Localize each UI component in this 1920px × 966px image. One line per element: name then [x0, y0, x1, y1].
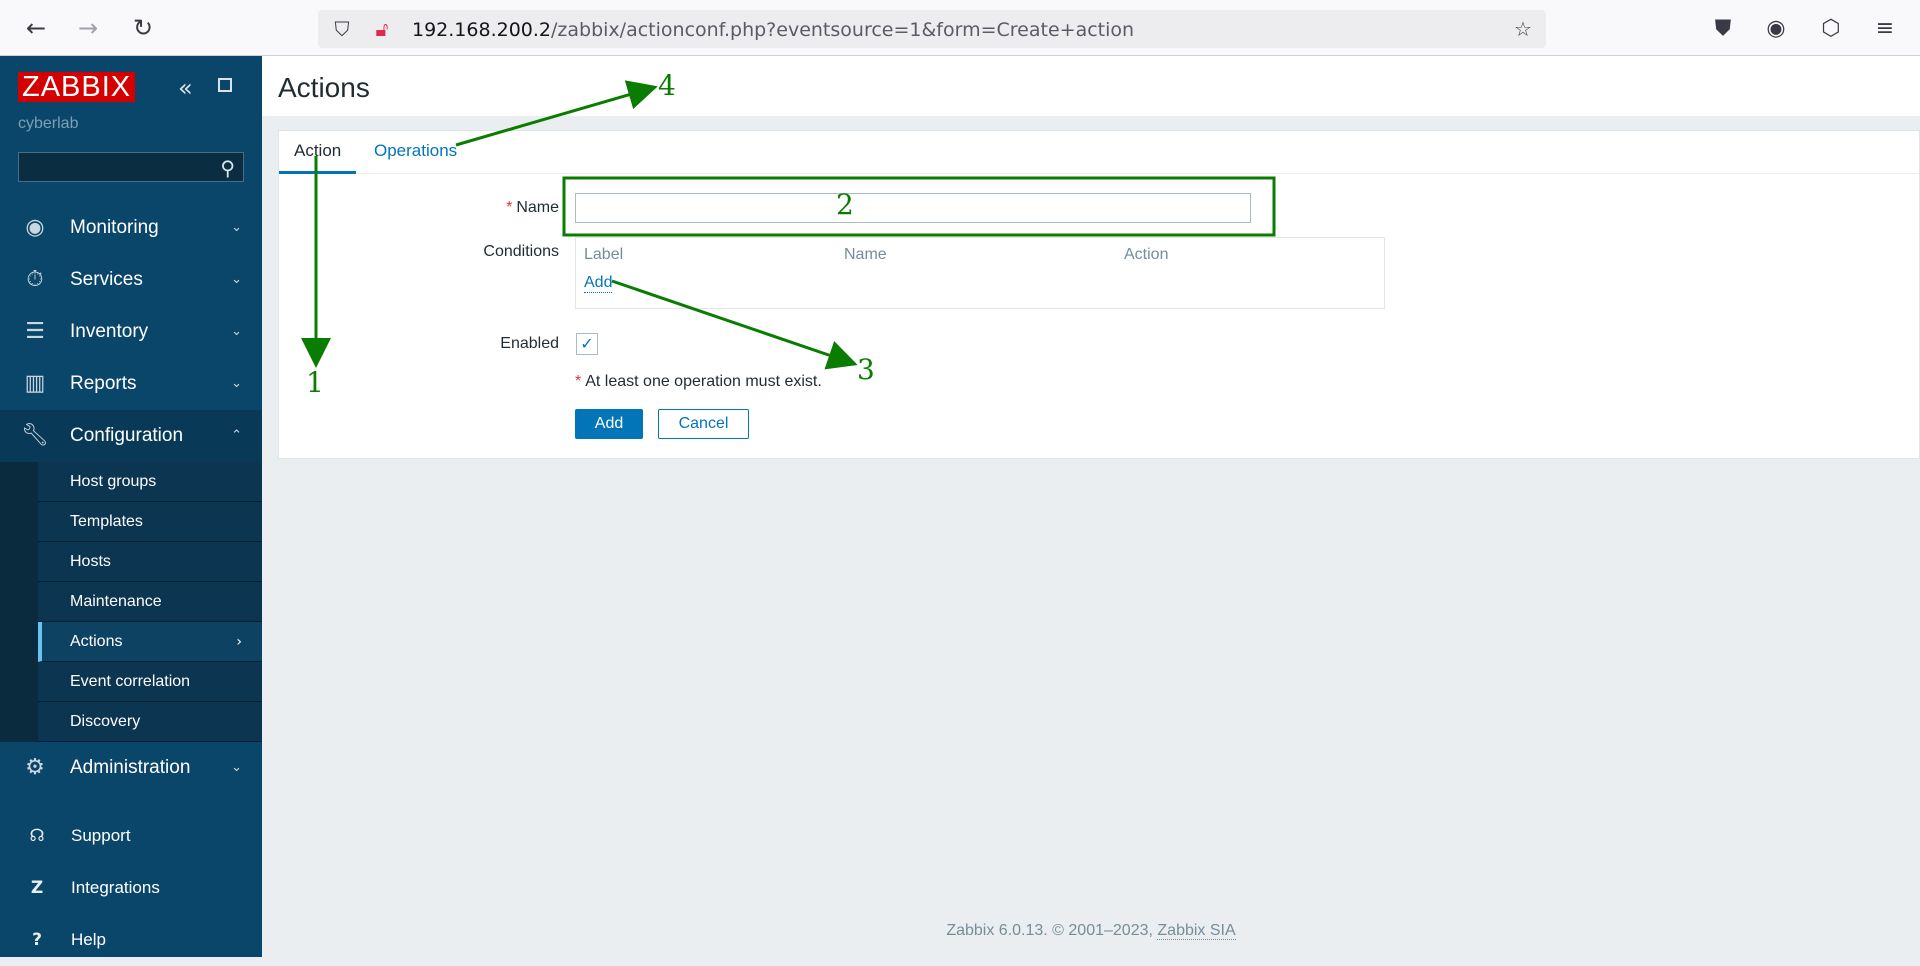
chevron-down-icon: ⌄ — [231, 760, 242, 775]
browser-toolbar: ← → ↻ ⛉ 🔓︎ 192.168.200.2/zabbix/actionco… — [0, 0, 1920, 56]
conditions-header-name: Name — [844, 246, 887, 263]
name-label: * Name — [279, 199, 559, 217]
conditions-label: Conditions — [483, 243, 559, 260]
enabled-checkbox[interactable]: ✓ — [576, 333, 598, 355]
menu-reports[interactable]: ▥ Reports ⌄ — [0, 358, 262, 410]
forward-icon[interactable]: → — [74, 14, 102, 42]
menu-label: Administration — [70, 757, 191, 778]
conditions-header-label: Label — [584, 246, 624, 263]
page-title: Actions — [278, 72, 370, 103]
submenu-discovery[interactable]: Discovery — [38, 702, 262, 742]
chevron-up-icon: ⌃ — [231, 428, 242, 443]
menu-support[interactable]: ☊ Support — [0, 810, 262, 862]
address-bar[interactable]: ⛉ 🔓︎ 192.168.200.2/zabbix/actionconf.php… — [318, 10, 1546, 48]
menu-label: Configuration — [70, 425, 184, 446]
annotation-label-3: 3 — [857, 353, 875, 386]
bar-chart-icon: ▥ — [24, 371, 46, 396]
menu-label: Services — [70, 269, 143, 290]
extensions-icon[interactable]: ⬡ — [1818, 16, 1844, 42]
menu-configuration[interactable]: 🔧︎ Configuration ⌃ — [0, 410, 262, 462]
annotation-label-4: 4 — [658, 69, 676, 102]
wrench-icon: 🔧︎ — [21, 423, 49, 448]
gear-icon: ⚙ — [25, 755, 45, 780]
submenu-host-groups[interactable]: Host groups — [38, 462, 262, 502]
submenu-hosts[interactable]: Hosts — [38, 542, 262, 582]
footer-link[interactable]: Zabbix SIA — [1157, 922, 1236, 940]
menu-services[interactable]: ⏱ Services ⌄ — [0, 254, 262, 306]
tab-operations[interactable]: Operations — [374, 141, 457, 171]
integrations-icon: Z — [30, 878, 44, 898]
footer: Zabbix 6.0.13. © 2001–2023, Zabbix SIA — [262, 922, 1920, 940]
warning-text: At least one operation must exist. — [585, 373, 822, 390]
chevron-right-icon: › — [236, 634, 242, 650]
insecure-lock-icon[interactable]: 🔓︎ — [371, 18, 393, 40]
menu-label: Integrations — [71, 878, 160, 897]
checkmark-icon: ✓ — [580, 334, 594, 353]
menu-label: Help — [71, 930, 106, 949]
reload-icon[interactable]: ↻ — [129, 14, 157, 42]
cancel-button[interactable]: Cancel — [658, 409, 749, 439]
chevron-down-icon: ⌄ — [231, 272, 242, 287]
required-marker: * — [575, 373, 582, 390]
annotation-label-2: 2 — [836, 188, 854, 221]
sidebar-search-input[interactable]: ⚲ — [18, 152, 244, 182]
url-path: /zabbix/actionconf.php?eventsource=1&for… — [551, 19, 1135, 41]
add-button[interactable]: Add — [575, 409, 643, 439]
add-condition-link[interactable]: Add — [584, 274, 613, 293]
stopwatch-icon: ⏱ — [26, 267, 44, 292]
help-icon: ? — [32, 930, 42, 950]
url-text[interactable]: 192.168.200.2/zabbix/actionconf.php?even… — [412, 19, 1134, 41]
enabled-label: Enabled — [500, 335, 559, 352]
kiosk-mode-icon[interactable] — [218, 78, 232, 92]
menu-label: Inventory — [70, 321, 149, 342]
required-marker: * — [506, 199, 513, 216]
headset-icon: ☊ — [29, 826, 45, 846]
bookmark-star-icon[interactable]: ☆ — [1512, 18, 1534, 40]
annotation-label-1: 1 — [306, 366, 324, 399]
menu-label: Monitoring — [70, 217, 159, 238]
action-form: Action Operations * Name Conditions Label… — [278, 130, 1920, 459]
tab-action[interactable]: Action — [279, 141, 357, 174]
footer-text: Zabbix 6.0.13. © 2001–2023, — [946, 922, 1158, 939]
conditions-header-action: Action — [1124, 246, 1169, 263]
conditions-table: Label Name Action Add — [575, 237, 1385, 309]
chevron-down-icon: ⌄ — [231, 324, 242, 339]
submenu-maintenance[interactable]: Maintenance — [38, 582, 262, 622]
server-name: cyberlab — [18, 115, 79, 132]
menu-integrations[interactable]: Z Integrations — [0, 862, 262, 914]
menu-inventory[interactable]: ☰ Inventory ⌄ — [0, 306, 262, 358]
menu-monitoring[interactable]: ◉ Monitoring ⌄ — [0, 202, 262, 254]
name-field[interactable] — [575, 193, 1251, 223]
chevron-down-icon: ⌄ — [231, 376, 242, 391]
pocket-icon[interactable]: ⛊ — [1710, 16, 1736, 42]
url-host: 192.168.200.2 — [412, 19, 552, 41]
form-tabs: Action Operations — [279, 131, 1919, 174]
operations-warning: * At least one operation must exist. — [575, 373, 822, 391]
eye-icon: ◉ — [25, 215, 45, 240]
menu-label: Reports — [70, 373, 137, 394]
search-icon[interactable]: ⚲ — [220, 156, 235, 180]
page-header: Actions — [262, 56, 1920, 116]
back-icon[interactable]: ← — [22, 14, 50, 42]
submenu-templates[interactable]: Templates — [38, 502, 262, 542]
submenu-actions[interactable]: Actions › — [38, 622, 262, 662]
chevron-down-icon: ⌄ — [231, 220, 242, 235]
account-icon[interactable]: ◉ — [1763, 16, 1789, 42]
menu-help[interactable]: ? Help — [0, 914, 262, 966]
zabbix-logo[interactable]: ZABBIX — [18, 72, 136, 102]
list-icon: ☰ — [25, 319, 45, 344]
configuration-submenu: Host groups Templates Hosts Maintenance … — [0, 462, 262, 742]
shield-icon[interactable]: ⛉ — [331, 18, 353, 40]
submenu-label: Actions — [70, 633, 123, 650]
name-label-text: Name — [516, 199, 559, 216]
collapse-sidebar-icon[interactable]: « — [178, 74, 193, 102]
sidebar: ZABBIX « cyberlab ⚲ ◉ Monitoring ⌄ ⏱ Ser… — [0, 56, 262, 957]
menu-administration[interactable]: ⚙ Administration ⌄ — [0, 742, 262, 794]
menu-icon[interactable]: ≡ — [1872, 16, 1898, 42]
menu-label: Support — [71, 826, 131, 845]
submenu-event-correlation[interactable]: Event correlation — [38, 662, 262, 702]
